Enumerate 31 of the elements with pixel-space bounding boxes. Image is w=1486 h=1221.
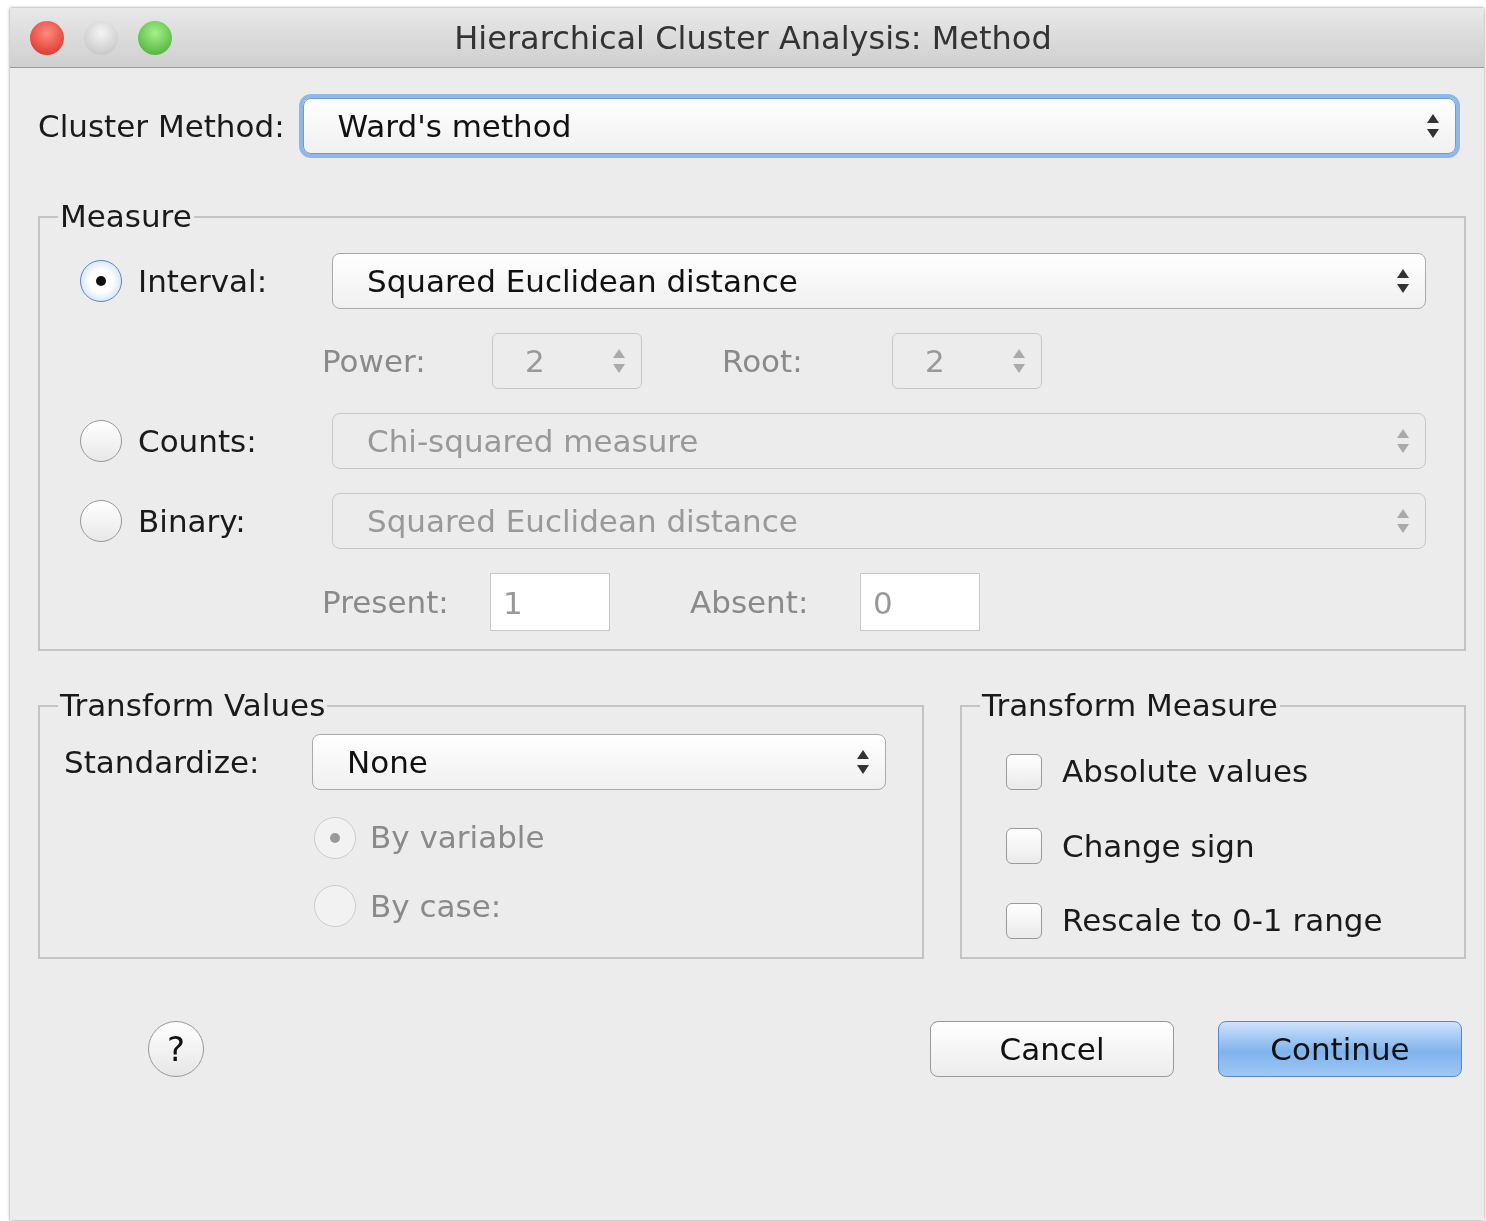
present-label: Present: [322,582,450,622]
standardize-label: Standardize: [64,743,261,783]
checkbox[interactable] [1006,753,1042,790]
measure-dropdown[interactable]: Squared Euclidean distance [332,253,1426,310]
standardize-dropdown[interactable]: None [312,734,886,791]
minimize-button[interactable] [84,20,118,55]
transform-measure-group-title: Transform Measure [981,687,1279,725]
power-label: Power: [322,341,427,381]
option-label: Change sign [1062,826,1255,866]
absent-label: Absent: [690,582,810,622]
help-button[interactable]: ? [148,1021,204,1078]
root-label: Root: [722,341,804,381]
option-label: Interval: [138,261,268,301]
zoom-button[interactable] [138,20,172,55]
option-label: Binary: [138,501,246,541]
option-label: Counts: [138,421,257,461]
transform-values-group-title: Transform Values [59,687,327,725]
window-title: Hierarchical Cluster Analysis: Method [454,18,1052,57]
dialog-button[interactable]: Continue [1218,1021,1462,1078]
cluster-method-label: Cluster Method: [38,106,285,146]
checkbox[interactable] [1006,902,1042,939]
option-label: Absolute values [1062,752,1309,792]
checkbox[interactable] [1006,828,1042,865]
up-down-arrows-icon [1425,112,1441,140]
option-label: Rescale to 0-1 range [1062,901,1383,941]
option-label: By variable [370,818,545,858]
close-button[interactable] [30,20,64,55]
option-label: By case: [370,886,502,926]
radio-button[interactable] [80,260,122,303]
dialog-button[interactable]: Cancel [930,1021,1174,1078]
measure-group-title: Measure [59,198,193,236]
